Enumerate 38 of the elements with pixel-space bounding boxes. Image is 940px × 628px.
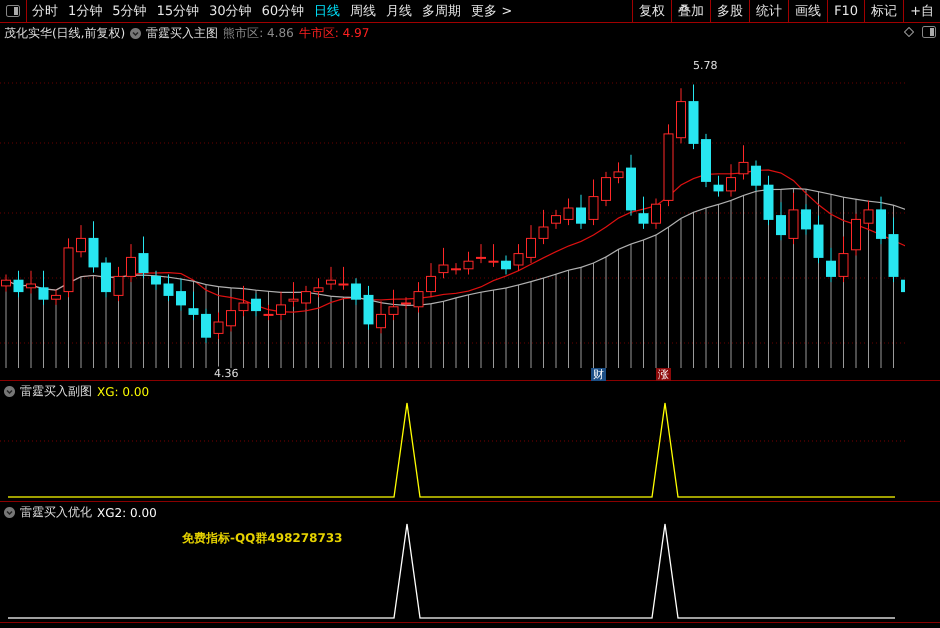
- period-tab[interactable]: 1分钟: [63, 0, 108, 22]
- toolbar-button[interactable]: 复权: [632, 0, 672, 22]
- indicator-reading: XG: 0.00: [97, 384, 150, 398]
- panel-toggle-icon[interactable]: [6, 5, 20, 17]
- period-tab[interactable]: 60分钟: [256, 0, 310, 22]
- high-price-label: 5.78: [693, 59, 718, 72]
- period-tab[interactable]: 周线: [345, 0, 382, 22]
- toolbar-button[interactable]: F10: [827, 0, 864, 22]
- chart-note: 免费指标-QQ群498278733: [182, 530, 343, 547]
- toolbar-button[interactable]: 画线: [788, 0, 828, 22]
- period-tab[interactable]: 30分钟: [204, 0, 257, 22]
- indicator-name: 雷霆买入优化: [20, 504, 92, 521]
- legend-reading: 牛市区: 4.97: [298, 25, 370, 42]
- event-marker[interactable]: 财: [591, 368, 606, 381]
- period-tab[interactable]: 分时: [27, 0, 63, 22]
- panel-toggle-icon[interactable]: [922, 26, 936, 38]
- event-marker[interactable]: 涨: [656, 368, 671, 381]
- indicator-name: 雷霆买入主图: [146, 25, 218, 42]
- indicator-name: 雷霆买入副图: [20, 383, 92, 400]
- diamond-icon[interactable]: [904, 27, 914, 37]
- period-tab[interactable]: 15分钟: [152, 0, 204, 22]
- toolbar-button[interactable]: 多股: [710, 0, 750, 22]
- dropdown-circle-icon[interactable]: [4, 386, 15, 397]
- period-tab[interactable]: 日线: [309, 0, 346, 22]
- legend-reading: 熊市区: 4.86: [223, 25, 294, 42]
- toolbar-button[interactable]: 标记: [864, 0, 904, 22]
- period-tab[interactable]: 更多 >: [466, 0, 518, 22]
- toolbar-button[interactable]: 叠加: [671, 0, 710, 22]
- period-tab[interactable]: 5分钟: [107, 0, 152, 22]
- dropdown-circle-icon[interactable]: [4, 507, 15, 518]
- indicator-reading: XG2: 0.00: [97, 506, 157, 520]
- period-tab[interactable]: 多周期: [417, 0, 466, 22]
- low-price-label: 4.36: [214, 367, 238, 379]
- dropdown-circle-icon[interactable]: [130, 28, 142, 39]
- toolbar-button[interactable]: 统计: [749, 0, 788, 22]
- toolbar-button[interactable]: +自: [903, 0, 940, 22]
- stock-title: 茂化实华(日线,前复权): [4, 25, 126, 42]
- period-tab[interactable]: 月线: [381, 0, 418, 22]
